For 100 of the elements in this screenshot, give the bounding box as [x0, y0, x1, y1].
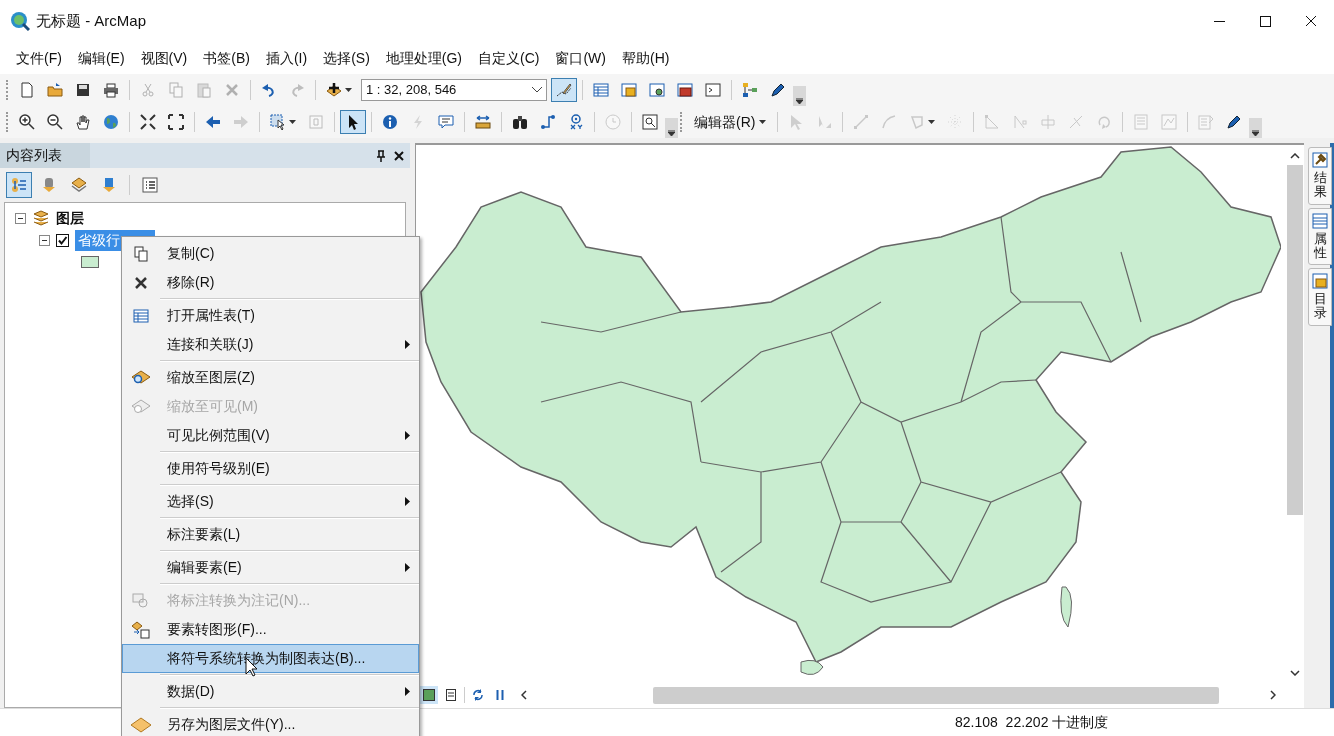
scroll-up-icon[interactable]	[1290, 153, 1300, 159]
caret-icon	[928, 120, 936, 124]
scale-dropdown[interactable]: 1 : 32, 208, 546	[361, 79, 547, 101]
scroll-down-icon[interactable]	[1290, 670, 1300, 676]
collapse-icon[interactable]	[15, 212, 26, 224]
menu-item[interactable]: 编辑(E)	[69, 46, 133, 70]
save-icon	[75, 82, 91, 98]
menu-item[interactable]: 打开属性表(T)	[122, 301, 419, 330]
page-icon	[446, 689, 456, 701]
menu-item[interactable]: 移除(R)	[122, 268, 419, 297]
target-icon	[568, 114, 584, 130]
caret-icon	[345, 88, 352, 92]
chevron-down-icon	[532, 87, 542, 93]
app-logo-icon	[10, 11, 30, 31]
scale-value: 1 : 32, 208, 546	[366, 81, 457, 100]
zoom-to-layer-icon	[131, 369, 151, 386]
edit-vertices-button[interactable]	[551, 78, 577, 102]
maximize-icon	[1259, 15, 1271, 27]
list-by-drawing-order-icon	[11, 177, 27, 193]
menu-item[interactable]: 自定义(C)	[470, 46, 548, 70]
globe-icon	[103, 114, 119, 130]
data-frame-label[interactable]: 图层	[56, 207, 84, 229]
data-view-icon	[423, 689, 435, 701]
copy-icon	[168, 82, 184, 98]
dock-tab[interactable]: 结果	[1308, 147, 1332, 205]
binoculars-icon	[512, 114, 528, 130]
checkbox[interactable]	[56, 233, 69, 247]
table-icon	[133, 307, 149, 324]
menu-item[interactable]: 选择(S)	[315, 46, 378, 70]
pause-icon	[496, 690, 504, 700]
menu-item[interactable]: 编辑要素(E)	[122, 553, 419, 582]
scroll-left-icon[interactable]	[521, 690, 527, 700]
menu-item[interactable]: 要素转图形(F)...	[122, 615, 419, 644]
zoom-in-arrows-icon	[140, 114, 156, 130]
window-title: 无标题 - ArcMap	[36, 10, 146, 31]
menu-item[interactable]: 可见比例范围(V)	[122, 421, 419, 450]
pen-icon	[770, 82, 786, 98]
legend-swatch	[81, 256, 99, 268]
scrollbar-thumb[interactable]	[1287, 165, 1303, 515]
menu-item[interactable]: 连接和关联(J)	[122, 330, 419, 359]
menu-item[interactable]: 地理处理(G)	[377, 46, 470, 70]
line-icon	[853, 114, 870, 130]
hammer-window-icon	[1312, 152, 1328, 168]
dock-tab[interactable]: 属性	[1308, 207, 1332, 266]
menu-item[interactable]: 帮助(H)	[614, 46, 678, 70]
list-by-source-icon	[41, 177, 57, 193]
scroll-right-icon[interactable]	[1270, 690, 1276, 700]
rotate-icon	[1096, 114, 1113, 130]
dock-tab[interactable]: 目录	[1308, 268, 1332, 326]
options-icon	[142, 177, 158, 193]
attributes-icon	[1133, 114, 1150, 130]
back-arrow-icon	[205, 114, 221, 130]
menu-item[interactable]: 数据(D)	[122, 677, 419, 706]
editor-menu-button[interactable]: 编辑器(R)	[688, 110, 773, 134]
coordinates-readout: 82.108 22.202 十进制度	[955, 713, 1109, 732]
pin-icon[interactable]	[376, 149, 386, 162]
clear-selection-icon	[308, 114, 324, 130]
redo-icon	[289, 82, 305, 98]
menu-item[interactable]: 缩放至图层(Z)	[122, 363, 419, 392]
menu-item[interactable]: 插入(I)	[257, 46, 316, 70]
add-data-icon	[326, 82, 342, 98]
table-icon	[593, 82, 609, 98]
menu-item[interactable]: 标注要素(L)	[122, 520, 419, 549]
printer-icon	[103, 82, 119, 98]
menu-item[interactable]: 文件(F)	[8, 46, 70, 70]
list-by-drawing-order-button[interactable]	[6, 172, 32, 198]
data-view-button[interactable]	[420, 686, 438, 704]
toolbar-options-button[interactable]	[665, 118, 678, 138]
cut-line-icon	[1068, 114, 1085, 130]
delete-icon	[224, 82, 240, 98]
menu-item[interactable]: 视图(V)	[132, 46, 196, 70]
command-window-icon	[705, 82, 721, 98]
pointer-button[interactable]	[340, 110, 366, 134]
catalog-icon	[621, 82, 637, 98]
delete-icon	[133, 274, 149, 291]
close-icon[interactable]	[394, 150, 404, 161]
polygon-icon	[909, 114, 926, 130]
menu-item[interactable]: 使用符号级别(E)	[122, 454, 419, 483]
scrollbar-thumb[interactable]	[653, 686, 1219, 704]
toolbar-options-button[interactable]	[1249, 118, 1263, 138]
toolbar-options-button[interactable]	[793, 86, 806, 106]
menu-item[interactable]: 另存为图层文件(Y)...	[122, 710, 419, 736]
clock-icon	[605, 114, 621, 130]
reshape-tool-icon	[816, 114, 833, 130]
scissors-icon	[140, 82, 156, 98]
menu-item[interactable]: 窗口(W)	[547, 46, 614, 70]
menu-item[interactable]: 书签(B)	[195, 46, 258, 70]
collapse-icon[interactable]	[39, 234, 50, 246]
minimize-icon	[1213, 20, 1225, 22]
list-by-selection-icon	[101, 177, 117, 193]
undo-icon	[261, 82, 277, 98]
page-icon	[19, 82, 35, 98]
panel-title: 内容列表	[0, 143, 90, 168]
menu-item[interactable]: 选择(S)	[122, 487, 419, 516]
diamond-icon	[130, 716, 152, 733]
caret-icon	[1252, 130, 1260, 136]
speech-bubble-icon	[438, 114, 454, 130]
folder-icon	[47, 82, 63, 98]
split-icon	[1040, 114, 1057, 130]
table-window-icon	[1312, 212, 1328, 229]
